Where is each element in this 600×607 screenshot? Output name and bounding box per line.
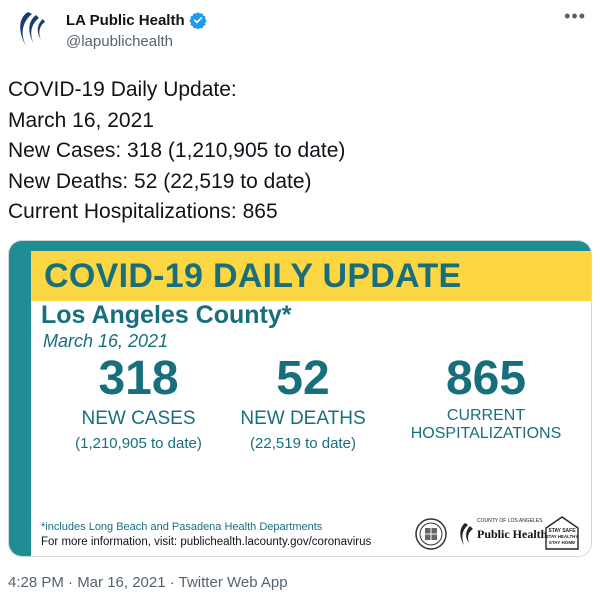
account-handle[interactable]: @lapublichealth (66, 33, 173, 50)
tweet-line: COVID-19 Daily Update: (8, 78, 237, 101)
public-health-logo: COUNTY OF LOS ANGELES Public Health (457, 518, 547, 550)
card-body: Los Angeles County* March 16, 2021 318 N… (31, 301, 591, 556)
more-icon[interactable]: ••• (564, 6, 586, 27)
stat-label: NEW CASES (81, 408, 196, 429)
stat-label-line: CURRENT (446, 407, 526, 424)
stat-value: 865 (445, 352, 527, 405)
tweet-timestamp[interactable]: 4:28 PM · Mar 16, 2021 · Twitter Web App (8, 574, 288, 591)
tweet-line: New Cases: 318 (1,210,905 to date) (8, 139, 346, 162)
tweet-line: Current Hospitalizations: 865 (8, 200, 278, 223)
card-banner: COVID-19 DAILY UPDATE (31, 251, 591, 301)
card-more-info: For more information, visit: publichealt… (41, 536, 372, 548)
stat-label-line: HOSPITALIZATIONS (410, 425, 562, 442)
stat-label: CURRENT HOSPITALIZATIONS (391, 407, 581, 443)
card-date: March 16, 2021 (43, 331, 169, 351)
tweet-line: New Deaths: 52 (22,519 to date) (8, 169, 312, 193)
stat-new-cases: 318 NEW CASES (1,210,905 to date) (31, 353, 246, 453)
tweet-image-card[interactable]: COVID-19 DAILY UPDATE Los Angeles County… (8, 240, 592, 557)
stat-subtext: (22,519 to date) (250, 435, 356, 452)
county-seal-icon (415, 518, 447, 550)
stay-line: STAY HOME (549, 540, 575, 545)
account-name[interactable]: LA Public Health (66, 12, 185, 29)
tweet-text: COVID-19 Daily Update: March 16, 2021 Ne… (8, 75, 345, 228)
public-health-logo-text: Public Health (477, 527, 548, 541)
card-teal-top (9, 241, 591, 251)
la-public-health-logo-icon[interactable] (8, 6, 54, 52)
stat-value: 52 (276, 352, 330, 405)
stat-hospitalizations: 865 CURRENT HOSPITALIZATIONS (391, 353, 581, 443)
card-teal-sidebar (9, 241, 31, 556)
stat-value: 318 (98, 352, 179, 405)
public-health-logo-icon (460, 523, 473, 545)
tweet-line: March 16, 2021 (8, 108, 154, 132)
card-logos: COUNTY OF LOS ANGELES Public Health STAY… (415, 516, 585, 552)
verified-badge-icon (188, 12, 207, 29)
public-health-logo-small: COUNTY OF LOS ANGELES (477, 518, 543, 524)
card-footnote: *includes Long Beach and Pasadena Health… (41, 521, 323, 533)
account-name-row[interactable]: LA Public Health (66, 11, 207, 29)
tweet-header: LA Public Health @lapublichealth ••• (0, 0, 600, 62)
stat-subtext: (1,210,905 to date) (75, 435, 202, 452)
stay-safe-icon: STAY SAFE STAY HEALTHY STAY HOME (545, 516, 579, 550)
stay-line: STAY HEALTHY (546, 534, 579, 539)
stat-new-deaths: 52 NEW DEATHS (22,519 to date) (228, 353, 378, 453)
county-title: Los Angeles County* (41, 301, 292, 329)
stat-label: NEW DEATHS (240, 408, 366, 429)
banner-title: COVID-19 DAILY UPDATE (44, 257, 462, 295)
